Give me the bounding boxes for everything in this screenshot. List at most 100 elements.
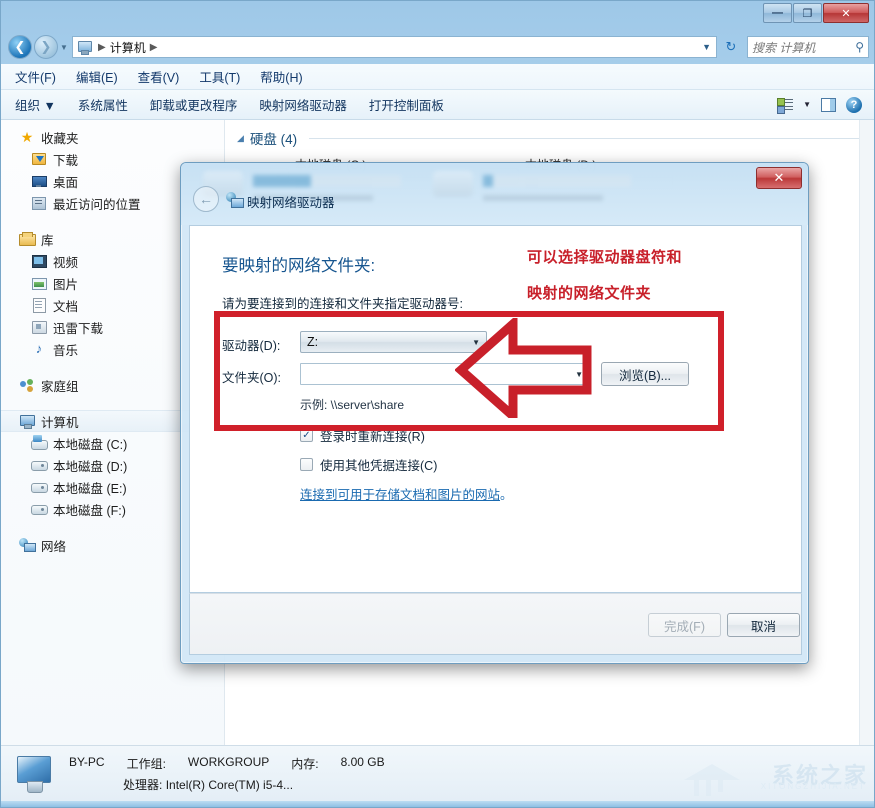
ghost-drive-icon-2 [433, 171, 473, 197]
refresh-icon: ↻ [725, 39, 737, 54]
recent-places-icon [31, 195, 47, 211]
finish-button-label: 完成(F) [664, 619, 705, 634]
homegroup-icon [19, 377, 35, 393]
system-properties-button[interactable]: 系统属性 [78, 95, 128, 114]
change-view-icon[interactable] [777, 97, 794, 114]
uninstall-change-program-button[interactable]: 卸载或更改程序 [150, 95, 238, 114]
status-computer-name: BY-PC [69, 754, 105, 769]
drive-field-label: 驱动器(D): [222, 339, 281, 353]
checkbox-box [300, 458, 313, 471]
menu-bar: 文件(F) 编辑(E) 查看(V) 工具(T) 帮助(H) [1, 64, 874, 90]
checkbox-label: 登录时重新连接(R) [320, 430, 425, 444]
menu-item-file[interactable]: 文件(F) [15, 67, 56, 86]
back-button[interactable]: ❮ [8, 35, 32, 59]
sidebar-label: 本地磁盘 (D:) [53, 459, 128, 474]
recent-pages-dropdown[interactable]: ▼ [58, 43, 70, 52]
forward-button[interactable]: ❯ [34, 35, 58, 59]
example-value: : \\server\share [324, 398, 405, 412]
group-header-hard-disks[interactable]: ◢ 硬盘 (4) [237, 128, 860, 148]
sidebar-label: 图片 [53, 277, 79, 292]
link-period: 。 [500, 488, 513, 502]
breadcrumb-separator-2[interactable]: ▶ [150, 42, 158, 53]
reconnect-at-logon-checkbox[interactable]: ✓ 登录时重新连接(R) [300, 426, 425, 445]
browse-button-label: 浏览(B)... [618, 368, 672, 383]
breadcrumb-computer[interactable]: 计算机 [110, 39, 146, 56]
preview-pane-icon[interactable] [821, 97, 836, 112]
sidebar-label: 计算机 [41, 415, 79, 430]
use-different-credentials-checkbox[interactable]: 使用其他凭据连接(C) [300, 455, 437, 474]
window-controls: — ❐ ✕ [763, 3, 869, 23]
example-prefix: 示例 [300, 398, 325, 412]
connect-to-website-link[interactable]: 连接到可用于存储文档和图片的网站。 [300, 484, 513, 503]
status-processor-label: 处理器: [123, 777, 163, 792]
sidebar-label: 最近访问的位置 [53, 197, 141, 212]
computer-icon [19, 413, 35, 429]
chevron-down-icon[interactable]: ▼ [803, 100, 811, 109]
sidebar-label: 网络 [41, 539, 67, 554]
drive-icon [31, 501, 48, 517]
minimize-button[interactable]: — [763, 3, 792, 23]
chevron-down-icon[interactable]: ▼ [575, 370, 583, 379]
drive-letter-select[interactable]: Z: ▼ [300, 331, 487, 353]
finish-button[interactable]: 完成(F) [648, 613, 721, 637]
watermark-logo-icon [684, 754, 740, 796]
status-line-2: 处理器: Intel(R) Core(TM) i5-4... [69, 776, 385, 793]
maximize-icon: ❐ [802, 7, 813, 20]
checkbox-label: 使用其他凭据连接(C) [320, 459, 438, 473]
sidebar-label: 文档 [53, 299, 79, 314]
sidebar-label: 迅雷下载 [53, 321, 104, 336]
group-header-label: 硬盘 (4) [249, 132, 298, 147]
dialog-footer: 完成(F) 取消 [189, 593, 802, 655]
sidebar-label: 本地磁盘 (F:) [53, 503, 126, 518]
music-icon: ♪ [35, 341, 43, 356]
status-workgroup-label: 工作组: [126, 756, 166, 771]
search-icon: ⚲ [855, 40, 864, 54]
sidebar-label: 本地磁盘 (C:) [53, 437, 128, 452]
sidebar-item-favorites[interactable]: ★ 收藏夹 [1, 126, 224, 148]
search-input[interactable]: 搜索 计算机 [752, 39, 815, 56]
link-text: 连接到可用于存储文档和图片的网站 [300, 488, 501, 502]
site-watermark: 系统之家 XITONGZHIJIA.NET [680, 748, 870, 801]
map-network-drive-icon [226, 192, 244, 208]
breadcrumb-separator: ▶ [98, 41, 106, 53]
watermark-subtext: XITONGZHIJIA.NET [760, 782, 866, 791]
check-icon: ✓ [302, 430, 311, 441]
download-icon [31, 151, 47, 167]
dialog-title: 映射网络驱动器 [247, 196, 335, 210]
explorer-window: — ❐ ✕ ❮ ❯ ▼ ▶ 计算机 ▶ ▼ ↻ 搜索 计算机 ⚲ 文件(F) 编… [0, 0, 875, 808]
dialog-close-button[interactable]: ✕ [756, 167, 802, 189]
computer-status-icon [15, 754, 57, 794]
help-icon[interactable]: ? [846, 96, 862, 113]
documents-icon [31, 297, 47, 313]
collapse-triangle-icon[interactable]: ◢ [237, 133, 244, 144]
ghost-usage-bar [253, 175, 401, 187]
status-workgroup-value: WORKGROUP [187, 754, 270, 769]
dialog-back-button[interactable]: ← [193, 186, 219, 212]
title-bar: — ❐ ✕ [0, 0, 875, 30]
menu-item-help[interactable]: 帮助(H) [260, 67, 302, 86]
menu-item-edit[interactable]: 编辑(E) [76, 67, 118, 86]
cancel-button-label: 取消 [750, 619, 776, 634]
search-box[interactable]: 搜索 计算机 ⚲ [747, 36, 869, 58]
folder-path-input[interactable]: ▼ [300, 363, 590, 385]
browse-button[interactable]: 浏览(B)... [601, 362, 689, 386]
refresh-button[interactable]: ↻ [719, 36, 743, 58]
address-dropdown-icon[interactable]: ▼ [702, 42, 713, 52]
star-icon: ★ [20, 129, 34, 145]
ghost-usage-bar-2 [483, 175, 631, 187]
menu-item-tools[interactable]: 工具(T) [199, 67, 240, 86]
example-hint: 示例: \\server\share [300, 396, 404, 413]
close-button[interactable]: ✕ [823, 3, 869, 23]
content-scrollbar[interactable] [859, 120, 874, 745]
map-network-drive-button[interactable]: 映射网络驱动器 [259, 95, 347, 114]
status-line-1: BY-PC 工作组: WORKGROUP 内存: 8.00 GB [69, 755, 385, 772]
maximize-button[interactable]: ❐ [793, 3, 822, 23]
organize-button[interactable]: 组织 ▼ [15, 95, 56, 114]
address-bar-row: ❮ ❯ ▼ ▶ 计算机 ▶ ▼ ↻ 搜索 计算机 ⚲ [0, 30, 875, 64]
system-drive-icon [31, 435, 48, 451]
open-control-panel-button[interactable]: 打开控制面板 [369, 95, 444, 114]
menu-item-view[interactable]: 查看(V) [138, 67, 180, 86]
cancel-button[interactable]: 取消 [727, 613, 800, 637]
address-bar[interactable]: ▶ 计算机 ▶ ▼ [72, 36, 717, 58]
map-network-drive-dialog: ✕ ← 映射网络驱动器 要映射的网络文件夹: 请为要连接到的连接和文件夹指定驱动… [180, 162, 809, 664]
